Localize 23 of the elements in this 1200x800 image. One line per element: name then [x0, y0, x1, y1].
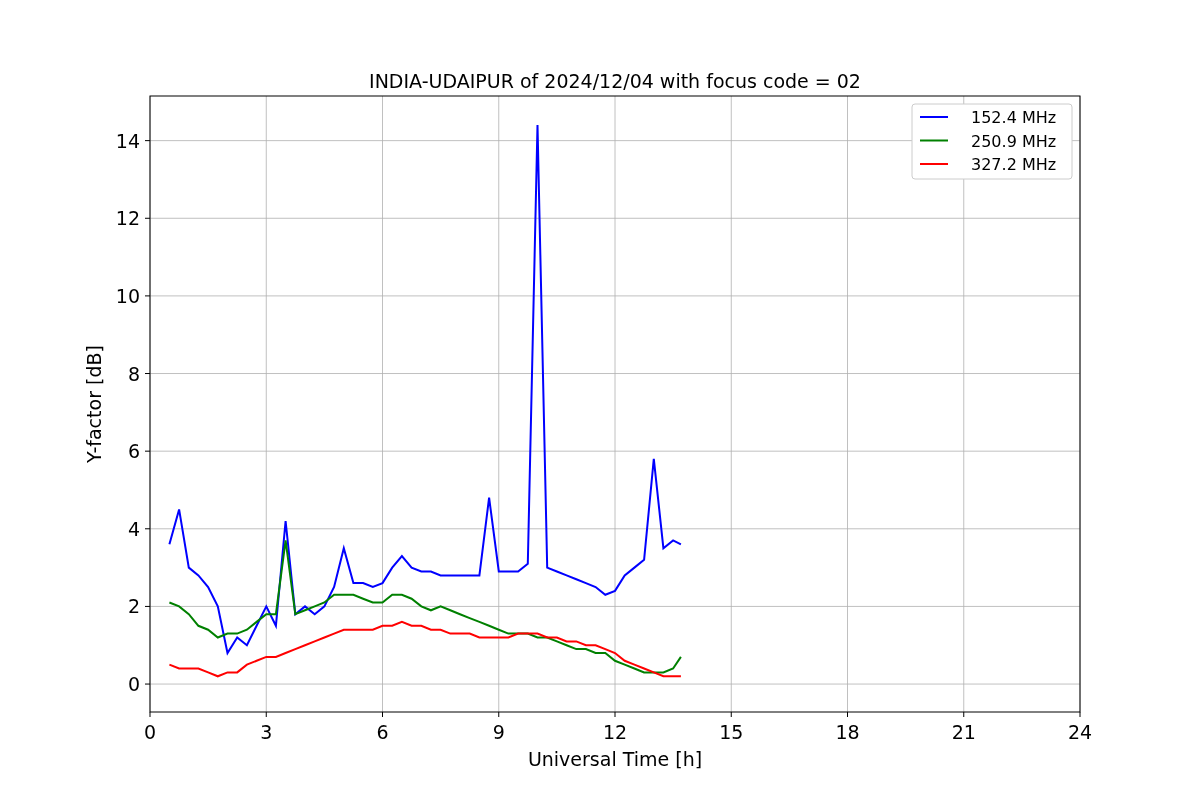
x-axis-label: Universal Time [h] [527, 748, 703, 770]
y-tick-label: 12 [115, 207, 140, 230]
x-tick-label: 9 [492, 721, 505, 743]
x-tick-label: 24 [1067, 721, 1093, 743]
y-tick-label: 6 [127, 440, 140, 463]
legend-label: 327.2 MHz [971, 155, 1057, 174]
y-tick-label: 10 [115, 284, 140, 307]
y-tick-label: 14 [115, 129, 140, 152]
x-tick-label: 15 [719, 721, 744, 743]
x-tick-label: 0 [143, 721, 157, 743]
chart-title: INDIA-UDAIPUR of 2024/12/04 with focus code = 02 [369, 70, 861, 92]
y-tick-label: 8 [127, 362, 140, 385]
y-axis-label: Y-factor [dB] [83, 345, 105, 463]
y-tick-label: 0 [127, 673, 140, 696]
legend-label: 250.9 MHz [971, 131, 1057, 151]
x-tick-label: 21 [951, 721, 976, 743]
x-tick-label: 12 [602, 721, 628, 743]
y-tick-label: 4 [127, 517, 140, 540]
y-tick-label: 2 [127, 595, 140, 618]
legend-label: 152.4 MHz [971, 108, 1057, 127]
x-tick-label: 3 [260, 721, 273, 743]
x-tick-label: 18 [835, 721, 860, 743]
x-tick-label: 6 [376, 721, 389, 743]
